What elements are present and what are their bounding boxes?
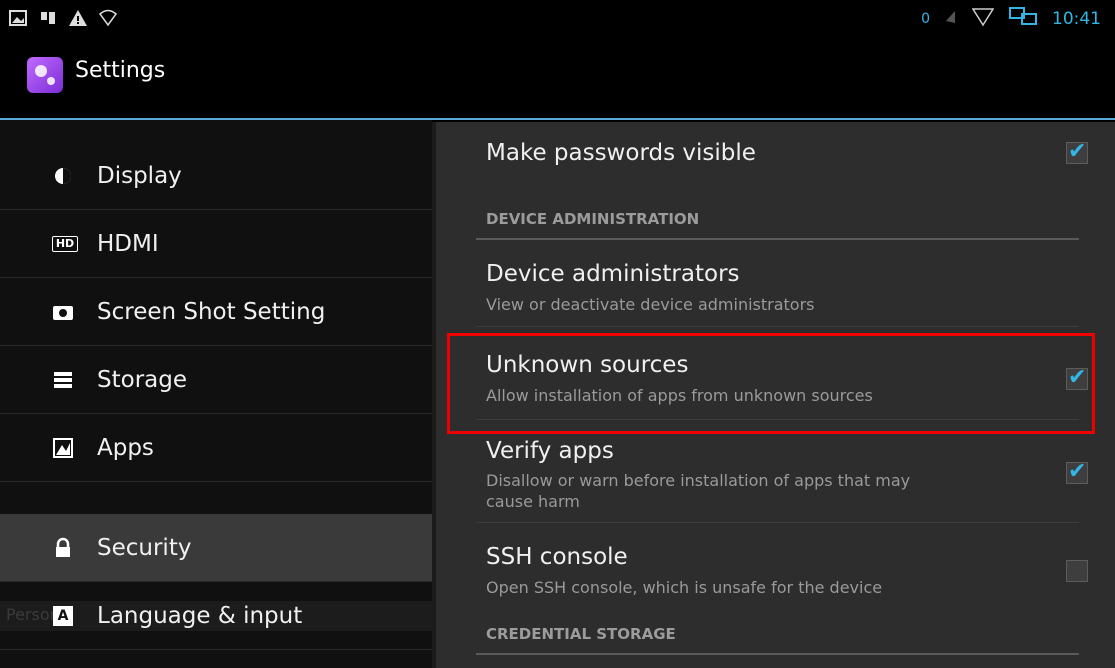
sidebar-item-storage[interactable]: Storage (0, 346, 432, 414)
apps-icon (52, 437, 74, 459)
mute-icon (944, 9, 958, 29)
highlight-box (447, 333, 1095, 434)
row-title: Device administrators (486, 261, 740, 287)
row-title: SSH console (486, 544, 628, 570)
action-bar (0, 43, 1115, 118)
verify-apps-row[interactable]: Verify apps Disallow or warn before inst… (486, 434, 1088, 518)
make-passwords-visible-row[interactable]: Make passwords visible (486, 136, 1088, 176)
hdmi-icon: HD (51, 233, 79, 255)
notification-count: 0 (921, 11, 930, 27)
sidebar-item-label: Language & input (97, 602, 303, 629)
sidebar-item-label: HDMI (97, 230, 159, 257)
row-divider (476, 522, 1079, 523)
row-divider (476, 326, 1079, 327)
page-title: Settings (75, 58, 166, 83)
sidebar-item-language[interactable]: A Language & input (0, 582, 432, 650)
ssh-console-row[interactable]: SSH console Open SSH console, which is u… (486, 540, 1088, 600)
network-icon (1008, 6, 1038, 32)
storage-icon (52, 369, 74, 391)
row-title: Verify apps (486, 438, 614, 464)
device-administrators-row[interactable]: Device administrators View or deactivate… (486, 257, 1076, 317)
sidebar-item-display[interactable]: Display (0, 142, 432, 210)
signal-icon (971, 7, 995, 31)
credential-storage-header: CREDENTIAL STORAGE (486, 625, 676, 643)
sidebar-item-label: Storage (97, 366, 187, 393)
row-subtitle: View or deactivate device administrators (486, 295, 815, 314)
lock-icon (52, 537, 74, 559)
status-bar: 0 10:41 (0, 0, 1115, 43)
section-divider (476, 238, 1079, 240)
sidebar-item-label: Apps (97, 434, 154, 461)
verify-apps-checkbox[interactable] (1066, 459, 1088, 484)
sidebar-item-security[interactable]: Security (0, 514, 432, 582)
image-icon (8, 8, 28, 28)
sidebar-item-label: Screen Shot Setting (97, 298, 326, 325)
settings-sidebar: Display HD HDMI Screen Shot Setting Stor… (0, 120, 432, 668)
clock: 10:41 (1052, 9, 1101, 29)
usb-debug-icon (38, 8, 58, 28)
sidebar-item-hdmi[interactable]: HD HDMI (0, 210, 432, 278)
make-passwords-visible-checkbox[interactable] (1066, 139, 1088, 164)
device-admin-header: DEVICE ADMINISTRATION (486, 210, 700, 228)
section-divider (476, 653, 1079, 655)
sidebar-item-screenshot[interactable]: Screen Shot Setting (0, 278, 432, 346)
language-icon: A (52, 605, 74, 627)
sidebar-item-label: Security (97, 534, 192, 561)
sidebar-item-apps[interactable]: Apps (0, 414, 432, 482)
settings-app-icon[interactable] (27, 57, 63, 93)
row-title: Make passwords visible (486, 140, 756, 166)
wifi-icon (98, 8, 118, 28)
display-icon (52, 165, 74, 187)
warning-icon (68, 8, 88, 28)
ssh-console-checkbox[interactable] (1066, 560, 1088, 582)
camera-icon (52, 301, 74, 323)
row-subtitle: Disallow or warn before installation of … (486, 471, 911, 511)
row-subtitle: Open SSH console, which is unsafe for th… (486, 578, 883, 597)
sidebar-item-label: Display (97, 162, 182, 189)
